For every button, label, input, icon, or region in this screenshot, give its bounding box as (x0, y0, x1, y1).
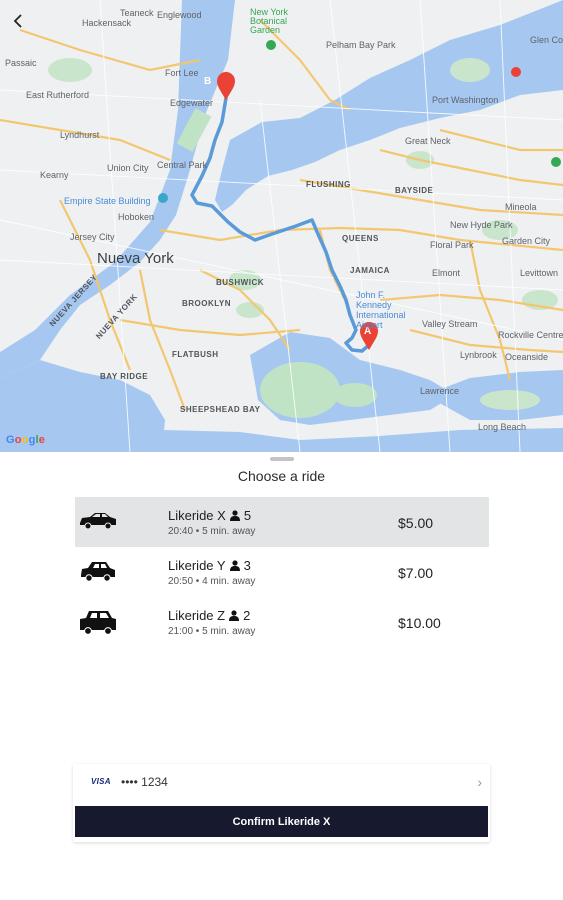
google-logo: Google (6, 434, 46, 446)
ride-name: Likeride X 5 (168, 508, 251, 523)
sedan-car-icon (80, 513, 116, 530)
ride-name-text: Likeride Z (168, 608, 226, 623)
route-map[interactable]: B A Nueva York BROOKLYN QUEENS Hackensac… (0, 0, 563, 452)
map-label-brooklyn: BROOKLYN (182, 299, 232, 308)
map-label-rockville: Rockville Centre (498, 330, 563, 340)
map-label-empire-state: Empire State Building (64, 196, 151, 206)
ride-sheet: Choose a ride Likeride X 5 20:40 • 5 min… (0, 452, 563, 900)
ride-name-text: Likeride Y (168, 558, 226, 573)
map-label-botanical-garden: New York Botanical Garden (250, 7, 289, 35)
confirm-ride-button[interactable]: Confirm Likeride X (75, 806, 488, 837)
map-label-queens: QUEENS (342, 234, 379, 243)
map-label-lawrence: Lawrence (420, 386, 460, 396)
chevron-right-icon[interactable]: › (477, 774, 482, 790)
ride-name: Likeride Z 2 (168, 608, 250, 623)
map-label-bushwick: BUSHWICK (216, 278, 264, 287)
pin-b-label: B (204, 76, 212, 87)
map-label-long-beach: Long Beach (478, 422, 527, 432)
ride-price: $7.00 (398, 565, 434, 581)
person-icon (229, 510, 240, 521)
map-label-glen-cove: Glen Cove (530, 35, 563, 45)
map-label-flatbush: FLATBUSH (172, 350, 219, 359)
ride-name-text: Likeride X (168, 508, 226, 523)
map-label-fort-lee: Fort Lee (165, 68, 199, 78)
ride-seats: 3 (243, 558, 251, 573)
arrow-back-icon (13, 14, 22, 28)
ride-name: Likeride Y 3 (168, 558, 251, 573)
ride-eta: 20:50 • 4 min. away (168, 576, 256, 587)
map-label-edgewater: Edgewater (170, 98, 214, 108)
map-label-jamaica: JAMAICA (350, 266, 390, 275)
ride-eta: 20:40 • 5 min. away (168, 526, 256, 537)
map-label-floral-park: Floral Park (430, 240, 474, 250)
visa-logo: VISA (91, 777, 111, 786)
map-label-lynbrook: Lynbrook (460, 350, 497, 360)
back-button[interactable] (12, 14, 34, 36)
ride-option-likeride-y[interactable]: Likeride Y 3 20:50 • 4 min. away $7.00 (75, 547, 489, 597)
map-label-teaneck: Teaneck (120, 8, 154, 18)
map-label-pelham-bay: Pelham Bay Park (326, 40, 396, 50)
map-label-jersey-city: Jersey City (70, 232, 115, 242)
ride-option-likeride-x[interactable]: Likeride X 5 20:40 • 5 min. away $5.00 (75, 497, 489, 547)
ride-option-likeride-z[interactable]: Likeride Z 2 21:00 • 5 min. away $10.00 (75, 597, 489, 647)
map-label-valley-stream: Valley Stream (422, 319, 478, 329)
map-label-levittown: Levittown (520, 268, 559, 278)
map-label-hoboken: Hoboken (118, 212, 155, 222)
compact-car-icon (81, 562, 115, 582)
suv-car-icon (80, 611, 116, 635)
map-label-nueva-york: Nueva York (97, 250, 174, 267)
map-label-rutherford: East Rutherford (26, 90, 90, 100)
map-label-passaic: Passaic (5, 58, 37, 68)
map-label-great-neck: Great Neck (405, 136, 451, 146)
sheet-title: Choose a ride (237, 468, 326, 484)
card-number[interactable]: •••• 1234 (121, 775, 168, 789)
map-label-lyndhurst: Lyndhurst (60, 130, 100, 140)
person-icon (229, 610, 240, 621)
payment-card: VISA •••• 1234 › Confirm Likeride X (73, 764, 490, 842)
ride-price: $10.00 (398, 615, 441, 631)
map-label-oceanside: Oceanside (505, 352, 549, 362)
ride-price: $5.00 (398, 515, 434, 531)
map-label-bay-ridge: BAY RIDGE (100, 372, 149, 381)
drag-handle[interactable] (270, 457, 294, 461)
map-label-elmont: Elmont (432, 268, 461, 278)
map-label-garden-city: Garden City (502, 236, 551, 246)
ride-eta: 21:00 • 5 min. away (168, 626, 256, 637)
map-label-new-hyde-park: New Hyde Park (450, 220, 513, 230)
ride-seats: 2 (243, 608, 251, 623)
map-label-englewood: Englewood (157, 10, 202, 20)
map-label-port-washington: Port Washington (432, 95, 499, 105)
map-label-sheepshead-bay: SHEEPSHEAD BAY (180, 405, 261, 414)
map-label-mineola: Mineola (505, 202, 537, 212)
ride-seats: 5 (243, 508, 252, 523)
map-label-hackensack: Hackensack (82, 18, 132, 28)
map-label-jfk: John F. Kennedy International Airport (356, 290, 406, 330)
map-label-bayside: BAYSIDE (395, 186, 434, 195)
map-label-central-park: Central Park (157, 160, 208, 170)
person-icon (229, 560, 240, 571)
map-label-union-city: Union City (107, 163, 149, 173)
map-label-flushing: FLUSHING (306, 180, 351, 189)
map-label-kearny: Kearny (40, 170, 69, 180)
